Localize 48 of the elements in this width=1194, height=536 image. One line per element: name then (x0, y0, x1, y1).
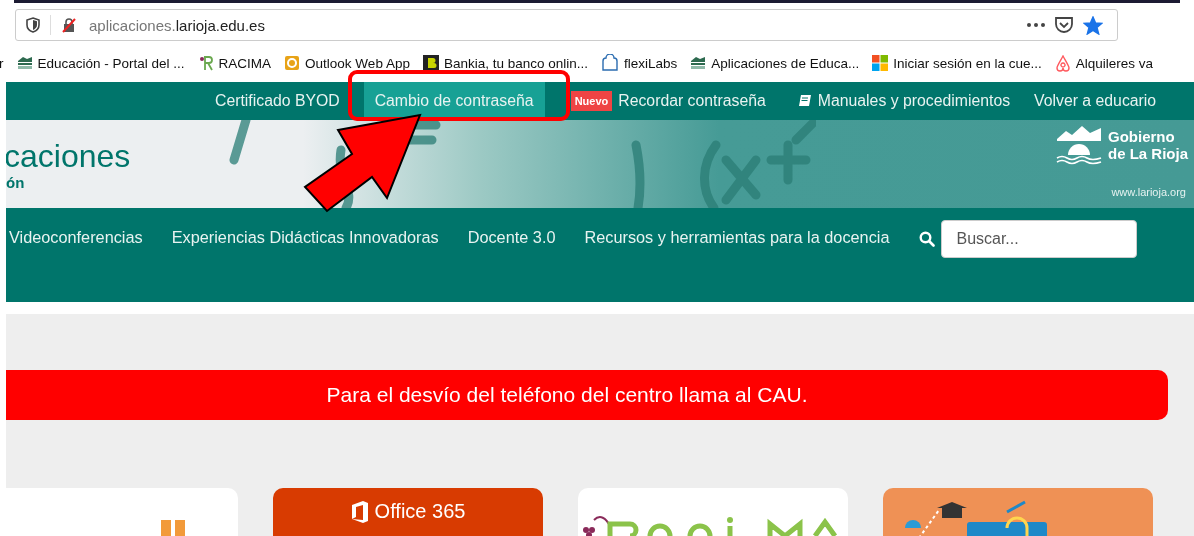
menu-link[interactable]: Recursos y herramientas para la docencia (581, 220, 905, 247)
bookmark-link[interactable]: Outlook Web App (284, 55, 410, 71)
landscape-icon (690, 56, 707, 70)
menu-link[interactable]: Experiencias Didácticas Innovadoras (168, 220, 454, 247)
bookmark-link[interactable]: Alquileres va (1054, 54, 1154, 72)
grape-letter-icon (197, 55, 214, 71)
landscape-icon (16, 56, 33, 70)
cloud-icon (601, 54, 620, 72)
nav-link[interactable]: Volver a educario (1028, 82, 1163, 120)
bar-logo-icon (161, 520, 187, 536)
insecure-lock-icon[interactable] (61, 17, 77, 33)
bookmark-link[interactable]: Iniciar sesión en la cue... (872, 55, 1042, 71)
more-icon[interactable] (1027, 23, 1045, 27)
shield-icon[interactable] (26, 17, 40, 33)
nav-link[interactable]: Manuales y procedimientos (811, 82, 1017, 120)
app-card[interactable]: Office 365 (273, 488, 543, 536)
office-logo-icon (350, 500, 369, 523)
bookmark-link[interactable]: Bankia, tu banco onlin... (422, 55, 589, 71)
menu-link[interactable]: Docente 3.0 (464, 220, 571, 247)
url-text: aplicaciones.larioja.edu.es (89, 16, 265, 34)
logo-text: de La Rioja (1107, 145, 1188, 162)
pocket-icon[interactable] (1055, 16, 1073, 34)
address-bar[interactable]: aplicaciones.larioja.edu.es (15, 9, 1118, 41)
alert-text: Para el desvío del teléfono del centro llama al CAU. (326, 383, 808, 407)
bookmark-link[interactable]: r (0, 55, 4, 71)
card-title: Office 365 (374, 500, 466, 523)
new-badge: Nuevo (570, 91, 613, 111)
site-subtitle: ón (6, 173, 26, 191)
loop-logo-icon (1054, 54, 1071, 72)
bookmark-link[interactable]: flexiLabs (601, 54, 678, 72)
site-title: caciones (6, 137, 131, 174)
nav-link[interactable]: Certificado BYOD (209, 82, 346, 120)
menu-link[interactable]: Videoconferencias (6, 220, 158, 247)
bookmark-link[interactable]: RACIMA (197, 55, 272, 71)
star-icon[interactable] (1083, 15, 1103, 35)
letter-b-icon (422, 55, 439, 71)
four-squares-icon (872, 55, 889, 71)
app-card[interactable] (883, 488, 1153, 536)
search-field[interactable]: Buscar... (941, 220, 1138, 258)
search-icon[interactable] (919, 231, 936, 247)
logo-text: Gobierno (1107, 128, 1176, 145)
logo-url: www.larioja.org (1111, 186, 1186, 198)
bookmark-link[interactable]: Educación - Portal del ... (16, 55, 185, 71)
mountain-sun-icon (1055, 125, 1102, 165)
book-icon (797, 94, 812, 108)
bookmark-link[interactable]: Aplicaciones de Educa... (690, 55, 860, 71)
ring-logo-icon (284, 55, 301, 71)
nav-link[interactable]: Recordar contraseña (612, 82, 772, 120)
